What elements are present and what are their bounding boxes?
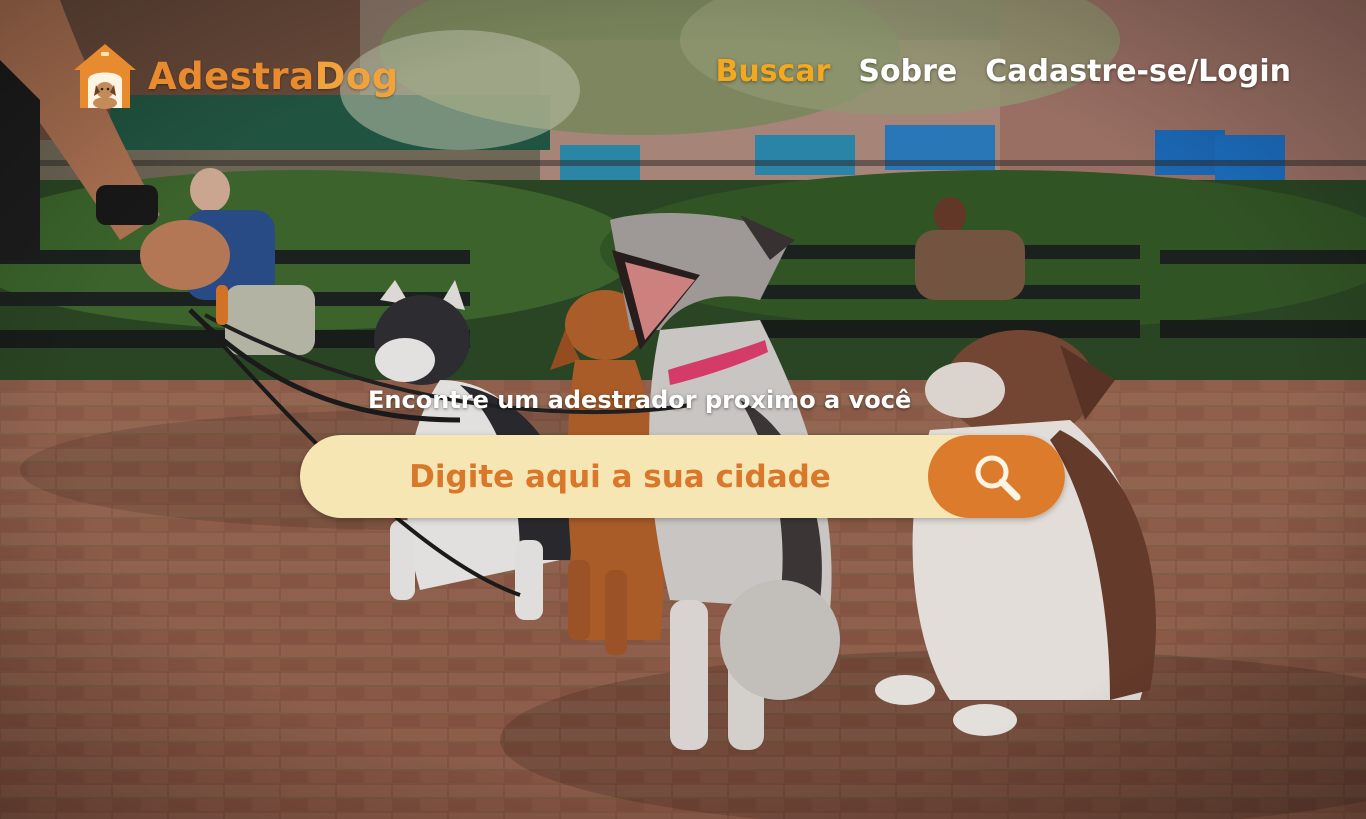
brand-name-part2: Dog (314, 54, 399, 98)
main-nav: Buscar Sobre Cadastre-se/Login (715, 54, 1291, 89)
city-search-bar (300, 435, 1065, 518)
brand-name-part1: Adestra (148, 54, 315, 98)
nav-link-cadastre-login[interactable]: Cadastre-se/Login (985, 54, 1291, 89)
brand-logo[interactable]: AdestraDog (70, 40, 399, 112)
search-button[interactable] (928, 435, 1065, 518)
nav-link-buscar[interactable]: Buscar (715, 54, 830, 89)
nav-link-sobre[interactable]: Sobre (858, 54, 957, 89)
hero-section: AdestraDog Buscar Sobre Cadastre-se/Logi… (0, 0, 1366, 819)
doghouse-logo-icon (74, 44, 136, 109)
brand-name: AdestraDog (148, 55, 399, 98)
city-search-input[interactable] (300, 435, 1000, 518)
search-icon (975, 455, 1020, 500)
hero-tagline: Encontre um adestrador proximo a você (368, 386, 912, 414)
